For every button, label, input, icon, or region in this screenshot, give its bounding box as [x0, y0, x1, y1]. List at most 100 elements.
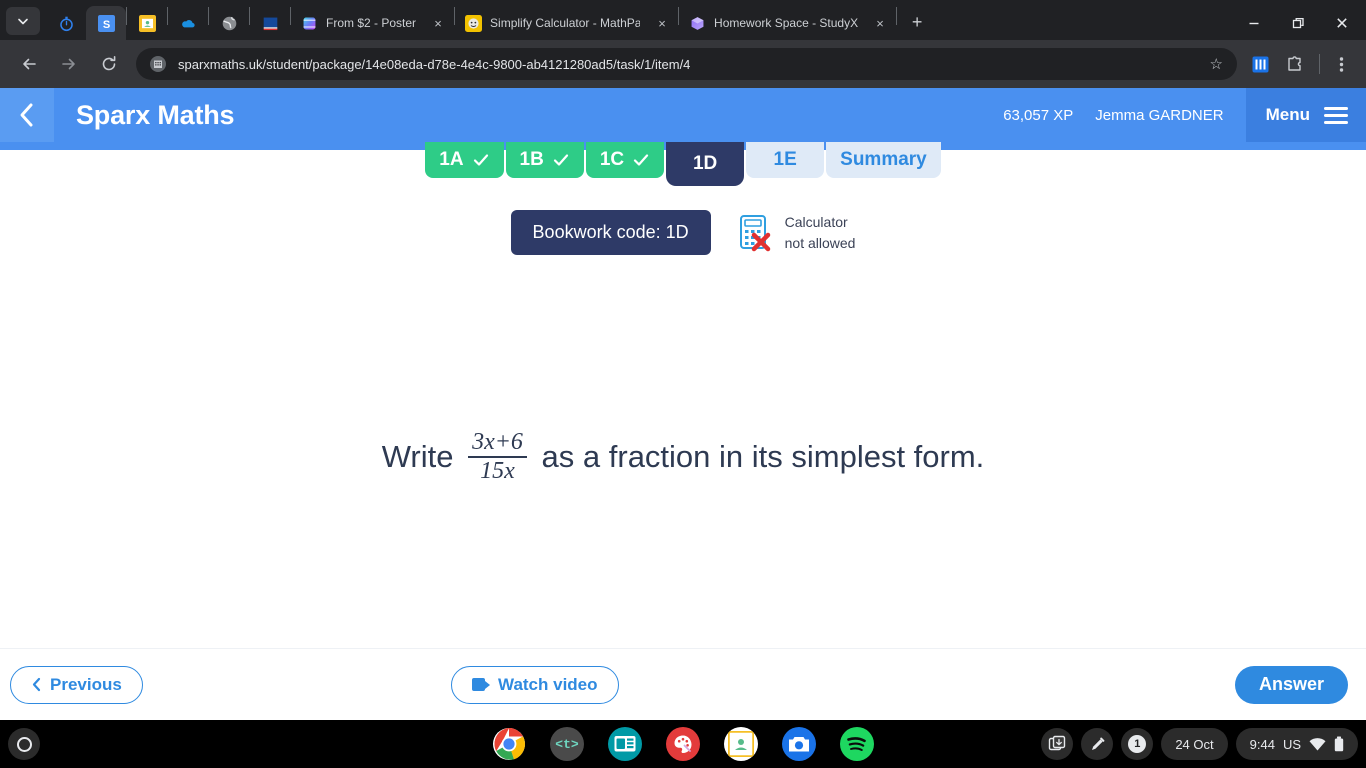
question-text: Write 3x+6 15x as a fraction in its simp… — [0, 429, 1366, 484]
task-tab-1a[interactable]: 1A — [425, 142, 504, 178]
xp-counter: 63,057 XP — [1003, 106, 1074, 124]
fraction-numerator: 3x+6 — [472, 429, 523, 455]
fraction: 3x+6 15x — [468, 429, 527, 484]
onedrive-cloud-icon — [181, 19, 195, 27]
pinned-tab-classroom[interactable] — [127, 6, 167, 40]
question-suffix: as a fraction in its simplest form. — [532, 439, 985, 475]
browser-tab[interactable]: Homework Space - StudyX × — [679, 6, 896, 40]
pinned-tab-sparx[interactable]: S — [86, 6, 126, 40]
shelf-app-list: <t> — [492, 727, 874, 761]
minimize-button[interactable] — [1232, 6, 1276, 40]
window-controls — [1232, 6, 1366, 40]
app-back-button[interactable] — [0, 88, 54, 142]
question-prefix: Write — [381, 439, 463, 475]
task-tab-strip: 1A 1B 1C 1D 1E Summary — [0, 142, 1366, 188]
tray-date: 24 Oct — [1175, 736, 1214, 752]
status-tray-button[interactable]: 9:44 US — [1235, 728, 1358, 760]
task-tab-label: 1B — [519, 149, 544, 170]
check-icon — [553, 154, 568, 166]
previous-button[interactable]: Previous — [10, 665, 143, 704]
paint-app-icon[interactable] — [666, 727, 700, 761]
chevron-left-icon — [32, 677, 41, 692]
pinned-tab-book[interactable] — [250, 6, 290, 40]
new-tab-button[interactable]: + — [903, 8, 931, 36]
extensions-puzzle-icon[interactable] — [1279, 49, 1309, 79]
wifi-icon — [1309, 737, 1326, 750]
extension-reading-list-icon[interactable] — [1245, 49, 1275, 79]
close-icon[interactable]: × — [654, 15, 670, 31]
task-tab-label: 1D — [692, 153, 718, 174]
close-icon[interactable]: × — [872, 15, 888, 31]
pinned-tab-globe[interactable] — [209, 6, 249, 40]
browser-tab[interactable]: From $2 - Poster × — [291, 6, 454, 40]
check-icon — [634, 154, 649, 166]
task-tab-summary[interactable]: Summary — [826, 142, 941, 178]
pinned-tab-onedrive[interactable] — [168, 6, 208, 40]
system-tray: 1 24 Oct 9:44 US — [1041, 728, 1366, 760]
task-tab-label: Summary — [840, 149, 927, 170]
spotify-app-icon[interactable] — [840, 727, 874, 761]
reload-button[interactable] — [94, 49, 124, 79]
bookwork-row: Bookwork code: 1D Calculator not allowed — [0, 210, 1366, 255]
back-button[interactable] — [14, 49, 44, 79]
chevron-left-icon — [20, 103, 33, 127]
forward-button[interactable] — [54, 49, 84, 79]
close-window-button[interactable] — [1320, 6, 1364, 40]
calculator-line-1: Calculator — [784, 213, 848, 230]
address-bar[interactable]: sparxmaths.uk/student/package/14e08eda-d… — [136, 48, 1237, 80]
previous-label: Previous — [50, 674, 122, 694]
pinned-tab-timer[interactable] — [46, 6, 86, 40]
tab-search-chevron-down-icon[interactable] — [6, 7, 40, 35]
mathpapa-face-icon — [465, 14, 483, 32]
tab-separator — [896, 7, 898, 25]
chrome-menu-icon[interactable] — [1326, 49, 1356, 79]
ttrockstars-app-icon[interactable]: <t> — [550, 727, 584, 761]
menu-button[interactable]: Menu — [1245, 88, 1366, 142]
browser-toolbar: sparxmaths.uk/student/package/14e08eda-d… — [0, 40, 1366, 88]
watch-video-label: Watch video — [498, 674, 598, 694]
screen-capture-icon — [1049, 735, 1066, 751]
launcher-button[interactable] — [8, 728, 40, 760]
google-classroom-icon — [138, 14, 156, 32]
sparx-s-icon: S — [97, 14, 115, 32]
menu-label: Menu — [1265, 105, 1310, 124]
google-classroom-app-icon[interactable] — [724, 727, 758, 761]
date-tray-button[interactable]: 24 Oct — [1161, 728, 1228, 760]
ttrockstars-label: <t> — [555, 736, 579, 752]
launcher-circle-icon — [16, 736, 32, 752]
hamburger-icon — [1324, 106, 1348, 124]
stopwatch-icon — [59, 16, 73, 31]
browser-tab[interactable]: Simplify Calculator - MathPapa × — [455, 6, 678, 40]
bookmark-star-icon[interactable]: ☆ — [1210, 55, 1223, 73]
maximize-restore-button[interactable] — [1276, 6, 1320, 40]
task-tab-1d[interactable]: 1D — [666, 142, 745, 186]
browser-tab-title: Simplify Calculator - MathPapa — [490, 16, 641, 30]
user-name: Jemma GARDNER — [1095, 106, 1224, 124]
app-header: Sparx Maths 63,057 XP Jemma GARDNER Menu — [0, 88, 1366, 142]
news-app-icon[interactable] — [608, 727, 642, 761]
chrome-app-icon[interactable] — [492, 727, 526, 761]
camera-app-icon[interactable] — [782, 727, 816, 761]
gradient-cube-icon — [303, 17, 316, 29]
toolbar-separator — [1319, 54, 1320, 74]
video-camera-icon — [472, 678, 491, 691]
site-info-icon[interactable] — [150, 56, 166, 72]
task-tab-1c[interactable]: 1C — [585, 142, 665, 178]
notification-counter-button[interactable]: 1 — [1121, 728, 1154, 760]
calculator-status-text: Calculator not allowed — [785, 212, 856, 254]
task-tab-1e[interactable]: 1E — [746, 142, 825, 178]
notification-count: 1 — [1128, 735, 1147, 753]
book-icon — [263, 17, 277, 30]
bookwork-code-badge: Bookwork code: 1D — [510, 210, 711, 255]
browser-tab-title: Homework Space - StudyX — [714, 16, 859, 30]
stylus-tools-button[interactable] — [1081, 728, 1114, 760]
browser-tab-title: From $2 - Poster — [326, 16, 417, 30]
tray-locale: US — [1282, 736, 1301, 752]
watch-video-button[interactable]: Watch video — [451, 665, 619, 704]
url-text: sparxmaths.uk/student/package/14e08eda-d… — [178, 56, 691, 72]
close-icon[interactable]: × — [430, 15, 446, 31]
screen-capture-button[interactable] — [1041, 728, 1074, 760]
globe-icon — [222, 16, 236, 30]
task-tab-1b[interactable]: 1B — [505, 142, 584, 178]
answer-button[interactable]: Answer — [1234, 665, 1348, 704]
